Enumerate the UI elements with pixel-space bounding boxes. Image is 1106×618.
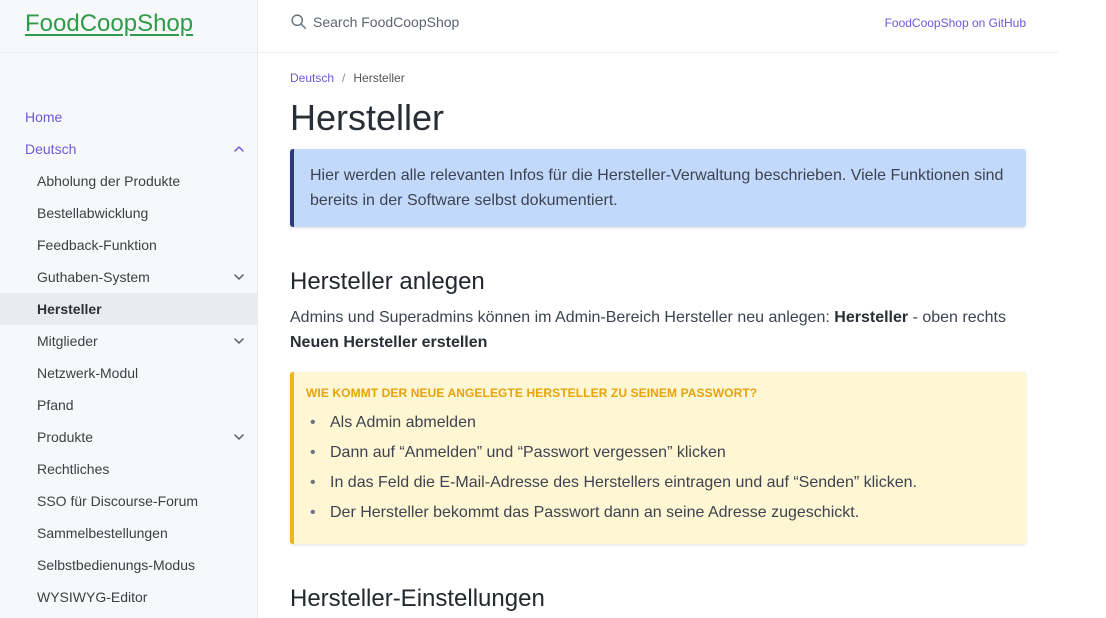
para-text-middle: - oben rechts	[908, 309, 1006, 326]
sidebar-item-mitglieder[interactable]: Mitglieder	[0, 325, 258, 357]
list-item: • Dann auf “Anmelden” und “Passwort verge…	[306, 438, 1010, 468]
bullet-icon: •	[310, 414, 316, 431]
main-content: Deutsch / Hersteller Hersteller Hier wer…	[290, 53, 1026, 614]
chevron-down-icon[interactable]	[232, 270, 246, 284]
sidebar-item-guthaben-system[interactable]: Guthaben-System	[0, 261, 258, 293]
list-item: • Als Admin abmelden	[306, 408, 1010, 438]
breadcrumb-separator: /	[342, 71, 346, 85]
sidebar-item-feedback-funktion[interactable]: Feedback-Funktion	[0, 229, 258, 261]
sidebar: FoodCoopShop Home Deutsch Abholung der Pro…	[0, 0, 258, 618]
para-bold-hersteller: Hersteller	[834, 309, 909, 326]
sidebar-item-home[interactable]: Home	[0, 101, 258, 133]
sidebar-item-selbstbedienungs-modus[interactable]: Selbstbedienungs-Modus	[0, 549, 258, 581]
section-heading-hersteller-einstellungen: Hersteller-Einstellungen	[290, 585, 545, 612]
search-bar[interactable]: Search FoodCoopShop	[290, 13, 459, 30]
sidebar-item-netzwerk-modul[interactable]: Netzwerk-Modul	[0, 357, 258, 389]
sidebar-item-produkte[interactable]: Produkte	[0, 421, 258, 453]
search-input[interactable]: Search FoodCoopShop	[313, 14, 459, 30]
page-title: Hersteller	[290, 97, 445, 138]
para-text-before: Admins und Superadmins können im Admin-B…	[290, 309, 835, 326]
warning-callout: WIE KOMMT DER NEUE ANGELEGTE HERSTELLER …	[290, 372, 1026, 544]
breadcrumb-link-deutsch[interactable]: Deutsch	[290, 71, 334, 85]
sidebar-item-sammelbestellungen[interactable]: Sammelbestellungen	[0, 517, 258, 549]
sidebar-item-label: Selbstbedienungs-Modus	[37, 557, 195, 573]
sidebar-item-label: Guthaben-System	[37, 269, 150, 285]
top-header: Search FoodCoopShop FoodCoopShop on GitH…	[258, 0, 1058, 53]
warning-list: • Als Admin abmelden • Dann auf “Anmelden” …	[306, 408, 1010, 528]
sidebar-item-rechtliches[interactable]: Rechtliches	[0, 453, 258, 485]
sidebar-item-label: Bestellabwicklung	[37, 205, 149, 221]
warning-title: WIE KOMMT DER NEUE ANGELEGTE HERSTELLER …	[306, 386, 758, 400]
sidebar-item-label: Feedback-Funktion	[37, 237, 157, 253]
sidebar-item-label: WYSIWYG-Editor	[37, 589, 148, 605]
search-icon	[290, 13, 307, 30]
list-item-text: Als Admin abmelden	[330, 414, 476, 431]
site-logo[interactable]: FoodCoopShop	[25, 10, 193, 38]
sidebar-item-label: Produkte	[37, 429, 94, 445]
chevron-up-icon[interactable]	[232, 142, 246, 156]
breadcrumb-current: Hersteller	[353, 71, 405, 85]
list-item-text: Dann auf “Anmelden” und “Passwort verges…	[330, 444, 726, 461]
sidebar-item-pfand[interactable]: Pfand	[0, 389, 258, 421]
chevron-down-icon[interactable]	[232, 430, 246, 444]
sidebar-item-label: Hersteller	[37, 301, 102, 317]
bullet-icon: •	[310, 444, 316, 461]
sidebar-item-abholung-der-produkte[interactable]: Abholung der Produkte	[0, 165, 258, 197]
breadcrumb: Deutsch / Hersteller	[290, 71, 1026, 85]
sidebar-item-bestellabwicklung[interactable]: Bestellabwicklung	[0, 197, 258, 229]
chevron-down-icon[interactable]	[232, 334, 246, 348]
sidebar-item-label: Abholung der Produkte	[37, 173, 181, 189]
sidebar-item-label: Pfand	[37, 397, 74, 413]
sidebar-item-label: Home	[25, 109, 63, 125]
list-item: • Der Hersteller bekommt das Passwort dan…	[306, 498, 1010, 528]
sidebar-item-label: Netzwerk-Modul	[37, 365, 139, 381]
sidebar-item-label: Mitglieder	[37, 333, 98, 349]
github-link[interactable]: FoodCoopShop on GitHub	[885, 16, 1026, 30]
section-paragraph: Admins und Superadmins können im Admin-B…	[290, 305, 1026, 355]
sidebar-item-wysiwyg-editor[interactable]: WYSIWYG-Editor	[0, 581, 258, 613]
sidebar-item-sso-für-discourse-forum[interactable]: SSO für Discourse-Forum	[0, 485, 258, 517]
list-item-text: In das Feld die E-Mail-Adresse des Herst…	[330, 474, 917, 491]
para-bold-neuen-hersteller: Neuen Hersteller erstellen	[290, 334, 488, 351]
sidebar-divider	[0, 52, 258, 53]
info-callout-text: Hier werden alle relevanten Infos für di…	[310, 167, 1004, 209]
sidebar-nav: Home Deutsch Abholung der Produkte Bestella…	[0, 101, 258, 613]
bullet-icon: •	[310, 474, 316, 491]
sidebar-item-label: Deutsch	[25, 141, 77, 157]
list-item: • In das Feld die E-Mail-Adresse des Hers…	[306, 468, 1010, 498]
info-callout: Hier werden alle relevanten Infos für di…	[290, 149, 1026, 227]
sidebar-item-hersteller[interactable]: Hersteller	[0, 293, 258, 325]
bullet-icon: •	[310, 504, 316, 521]
sidebar-item-deutsch[interactable]: Deutsch	[0, 133, 258, 165]
list-item-text: Der Hersteller bekommt das Passwort dann…	[330, 504, 860, 521]
sidebar-item-label: SSO für Discourse-Forum	[37, 493, 199, 509]
sidebar-item-label: Sammelbestellungen	[37, 525, 168, 541]
sidebar-item-label: Rechtliches	[37, 461, 110, 477]
section-heading-hersteller-anlegen: Hersteller anlegen	[290, 268, 485, 295]
